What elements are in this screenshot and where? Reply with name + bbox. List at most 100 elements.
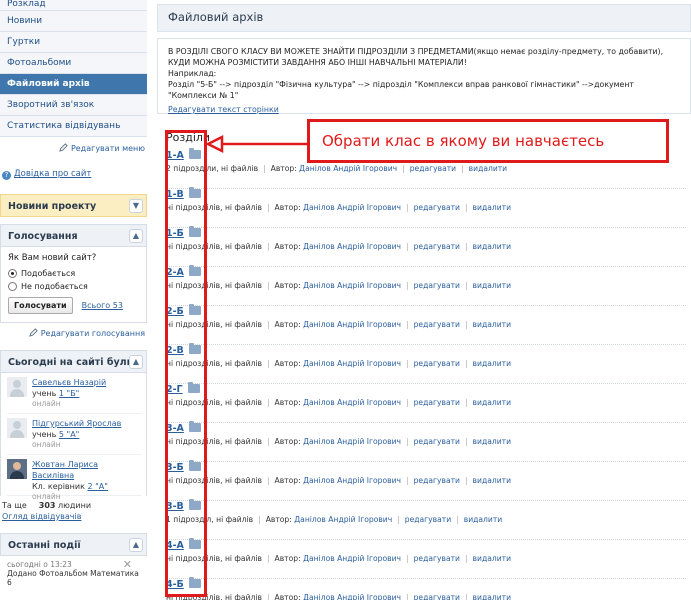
user-name-link[interactable]: Підгурський Ярослав — [32, 418, 121, 429]
separator: | — [464, 359, 468, 368]
edit-folder-link[interactable]: редагувати — [414, 437, 460, 446]
folder-meta: ні підрозділів, ні файлів | Автор: Данілов… — [166, 320, 686, 329]
online-header[interactable]: Сьогодні на сайті були: ▲ — [0, 350, 147, 373]
delete-folder-link[interactable]: видалити — [473, 203, 511, 212]
author-link[interactable]: Данілов Андрій Ігорович — [294, 515, 392, 524]
edit-folder-link[interactable]: редагувати — [414, 554, 460, 563]
poll-option-dislike[interactable]: Не подобається — [8, 282, 139, 291]
user-name-link[interactable]: Савельєв Назарій — [32, 377, 106, 388]
author-link[interactable]: Данілов Андрій Ігорович — [303, 593, 401, 600]
delete-folder-link[interactable]: видалити — [473, 242, 511, 251]
folder-row: 2-В ні підрозділів, ні файлів | Автор: Дані… — [166, 343, 686, 384]
author-link[interactable]: Данілов Андрій Ігорович — [303, 320, 401, 329]
delete-folder-link[interactable]: видалити — [473, 437, 511, 446]
edit-folder-link[interactable]: редагувати — [414, 476, 460, 485]
folder-meta: ні підрозділів, ні файлів | Автор: Данілов… — [166, 437, 686, 446]
folder-title: 3-В — [166, 499, 686, 512]
delete-folder-link[interactable]: видалити — [473, 320, 511, 329]
user-class-link[interactable]: 2 "А" — [87, 482, 107, 491]
news-box-header[interactable]: Новини проекту ▼ — [0, 194, 147, 217]
folder-row: 3-В 1 підрозділ, ні файлів | Автор: Данілов… — [166, 499, 686, 540]
poll-option-like[interactable]: Подобається — [8, 269, 139, 278]
user-name-link[interactable]: Жовтан Лариса Василівна — [32, 459, 142, 481]
nav-item-feedback[interactable]: Зворотний зв'язок — [0, 95, 147, 116]
online-total-count: 303 — [38, 501, 56, 510]
help-link[interactable]: ? Довідка про сайт — [0, 169, 147, 185]
events-header[interactable]: Останні події ▲ — [0, 533, 147, 556]
edit-folder-link[interactable]: редагувати — [414, 320, 460, 329]
folder-meta: ні підрозділів, ні файлів | Автор: Данілов… — [166, 398, 686, 407]
avatar[interactable] — [7, 459, 27, 479]
edit-folder-link[interactable]: редагувати — [414, 593, 460, 600]
info-text-line3: Розділ "5-Б" --> підрозділ "Фізична куль… — [168, 80, 634, 100]
author-link[interactable]: Данілов Андрій Ігорович — [303, 398, 401, 407]
edit-folder-link[interactable]: редагувати — [414, 398, 460, 407]
nav-item-statistics[interactable]: Статистика відвідувань — [0, 116, 147, 137]
author-link[interactable]: Данілов Андрій Ігорович — [303, 281, 401, 290]
separator: | — [406, 554, 409, 563]
author-link[interactable]: Данілов Андрій Ігорович — [303, 242, 401, 251]
user-class: Кл. керівник 2 "А" — [32, 482, 108, 491]
edit-page-text-link[interactable]: Редагувати текст сторінки — [168, 104, 680, 115]
radio-checked[interactable] — [8, 269, 17, 278]
delete-folder-link[interactable]: видалити — [473, 398, 511, 407]
folder-meta: ні підрозділів, ні файлів | Автор: Данілов… — [166, 203, 686, 212]
edit-folder-link[interactable]: редагувати — [405, 515, 451, 524]
edit-poll-link[interactable]: Редагувати голосування — [0, 328, 147, 342]
poll-header[interactable]: Голосування ▲ — [0, 224, 147, 247]
event-text: Додано Фотоальбом Математика 6 — [7, 569, 139, 587]
annotation-callout: Обрати клас в якому ви навчаєтесь — [307, 119, 669, 163]
folder-title: 3-А — [166, 421, 686, 434]
delete-folder-link[interactable]: видалити — [473, 593, 511, 600]
avatar[interactable] — [7, 377, 27, 397]
edit-folder-link[interactable]: редагувати — [414, 242, 460, 251]
nav-item-photo-albums[interactable]: Фотоальбоми — [0, 53, 147, 74]
nav-item-news[interactable]: Новини — [0, 11, 147, 32]
folder-meta: ні підрозділів, ні файлів | Автор: Данілов… — [166, 593, 686, 600]
close-icon[interactable]: ✕ — [123, 558, 132, 571]
delete-folder-link[interactable]: видалити — [473, 554, 511, 563]
author-link[interactable]: Данілов Андрій Ігорович — [303, 359, 401, 368]
nav-item-schedule[interactable]: Розклад — [0, 0, 147, 11]
edit-folder-link[interactable]: редагувати — [414, 203, 460, 212]
chevron-up-icon[interactable]: ▲ — [129, 538, 143, 552]
chevron-up-icon[interactable]: ▲ — [129, 229, 143, 243]
vote-button[interactable]: Голосувати — [8, 297, 73, 314]
nav-item-file-archive[interactable]: Файловий архів — [0, 74, 147, 95]
separator: | — [266, 359, 270, 368]
poll-total-link[interactable]: Всього 53 — [82, 301, 123, 310]
separator: | — [263, 164, 266, 173]
chevron-down-icon[interactable]: ▼ — [129, 199, 143, 213]
delete-folder-link[interactable]: видалити — [469, 164, 507, 173]
radio-unchecked[interactable] — [8, 282, 17, 291]
author-link[interactable]: Данілов Андрій Ігорович — [303, 203, 401, 212]
avatar[interactable] — [7, 418, 27, 438]
separator: | — [406, 359, 409, 368]
edit-menu-link[interactable]: Редагувати меню — [0, 143, 147, 157]
delete-folder-link[interactable]: видалити — [473, 281, 511, 290]
separator: | — [464, 320, 468, 329]
sidebar: Розклад Новини Гуртки Фотоальбоми Файлов… — [0, 0, 147, 600]
author-link[interactable]: Данілов Андрій Ігорович — [303, 476, 401, 485]
list-item: Підгурський Ярослав учень 5 "А" онлайн — [7, 414, 142, 455]
author-label: Автор: — [274, 554, 301, 563]
delete-folder-link[interactable]: видалити — [473, 476, 511, 485]
user-class-link[interactable]: 5 "А" — [59, 430, 79, 439]
edit-folder-link[interactable]: редагувати — [414, 359, 460, 368]
delete-folder-link[interactable]: видалити — [464, 515, 502, 524]
view-visitors-link[interactable]: Огляд відвідувачів — [0, 512, 147, 521]
delete-folder-link[interactable]: видалити — [473, 359, 511, 368]
author-label: Автор: — [274, 476, 301, 485]
author-link[interactable]: Данілов Андрій Ігорович — [303, 554, 401, 563]
list-item: Савельєв Назарій учень 1 "Б" онлайн — [7, 373, 142, 414]
separator: | — [266, 242, 270, 251]
chevron-up-icon[interactable]: ▲ — [129, 355, 143, 369]
separator: | — [266, 281, 270, 290]
edit-folder-link[interactable]: редагувати — [414, 281, 460, 290]
edit-folder-link[interactable]: редагувати — [410, 164, 456, 173]
nav-item-clubs[interactable]: Гуртки — [0, 32, 147, 53]
folder-title: 2-А — [166, 265, 686, 278]
user-class-link[interactable]: 1 "Б" — [59, 389, 79, 398]
author-link[interactable]: Данілов Андрій Ігорович — [303, 437, 401, 446]
author-link[interactable]: Данілов Андрій Ігорович — [299, 164, 397, 173]
